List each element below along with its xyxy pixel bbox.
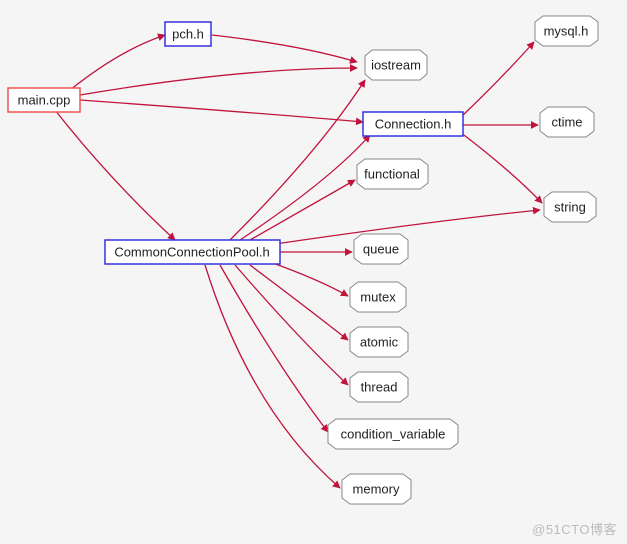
node-label-memory: memory (353, 481, 400, 496)
node-label-functional: functional (364, 166, 420, 181)
node-label-pool: CommonConnectionPool.h (114, 244, 269, 259)
edge-conn-string (460, 132, 542, 203)
edge-pch-iostream (212, 35, 357, 62)
node-connection-h: Connection.h (363, 112, 463, 136)
node-label-atomic: atomic (360, 334, 399, 349)
edge-main-pool (55, 110, 175, 240)
node-label-mysql: mysql.h (544, 23, 589, 38)
node-label-queue: queue (363, 241, 399, 256)
edge-pool-atomic (250, 265, 348, 340)
node-label-ctime: ctime (551, 114, 582, 129)
edge-conn-mysql (460, 42, 534, 118)
node-queue: queue (354, 234, 408, 264)
edge-main-conn (80, 100, 363, 122)
node-label-mutex: mutex (360, 289, 396, 304)
edge-pool-memory (205, 265, 340, 488)
node-label-pch: pch.h (172, 26, 204, 41)
edge-main-pch (70, 35, 165, 90)
edge-pool-string (275, 210, 540, 244)
node-thread: thread (350, 372, 408, 402)
node-label-condvar: condition_variable (341, 426, 446, 441)
node-common-connection-pool-h: CommonConnectionPool.h (105, 240, 280, 264)
node-ctime: ctime (540, 107, 594, 137)
dependency-graph: main.cpp pch.h CommonConnectionPool.h Co… (0, 0, 627, 544)
edge-pool-thread (235, 265, 348, 385)
edge-pool-functional (250, 180, 355, 240)
node-functional: functional (357, 159, 428, 189)
node-iostream: iostream (365, 50, 427, 80)
node-label-main: main.cpp (18, 92, 71, 107)
node-string: string (544, 192, 596, 222)
node-label-iostream: iostream (371, 57, 421, 72)
node-condition-variable: condition_variable (328, 419, 458, 449)
node-label-conn: Connection.h (375, 116, 452, 131)
node-label-thread: thread (361, 379, 398, 394)
node-memory: memory (342, 474, 411, 504)
edge-pool-conn (240, 135, 370, 240)
node-main-cpp: main.cpp (8, 88, 80, 112)
node-pch-h: pch.h (165, 22, 211, 46)
node-mysql-h: mysql.h (535, 16, 598, 46)
node-mutex: mutex (350, 282, 406, 312)
edge-pool-mutex (270, 262, 348, 296)
edge-main-iostream (80, 68, 357, 95)
node-label-string: string (554, 199, 586, 214)
node-atomic: atomic (350, 327, 408, 357)
